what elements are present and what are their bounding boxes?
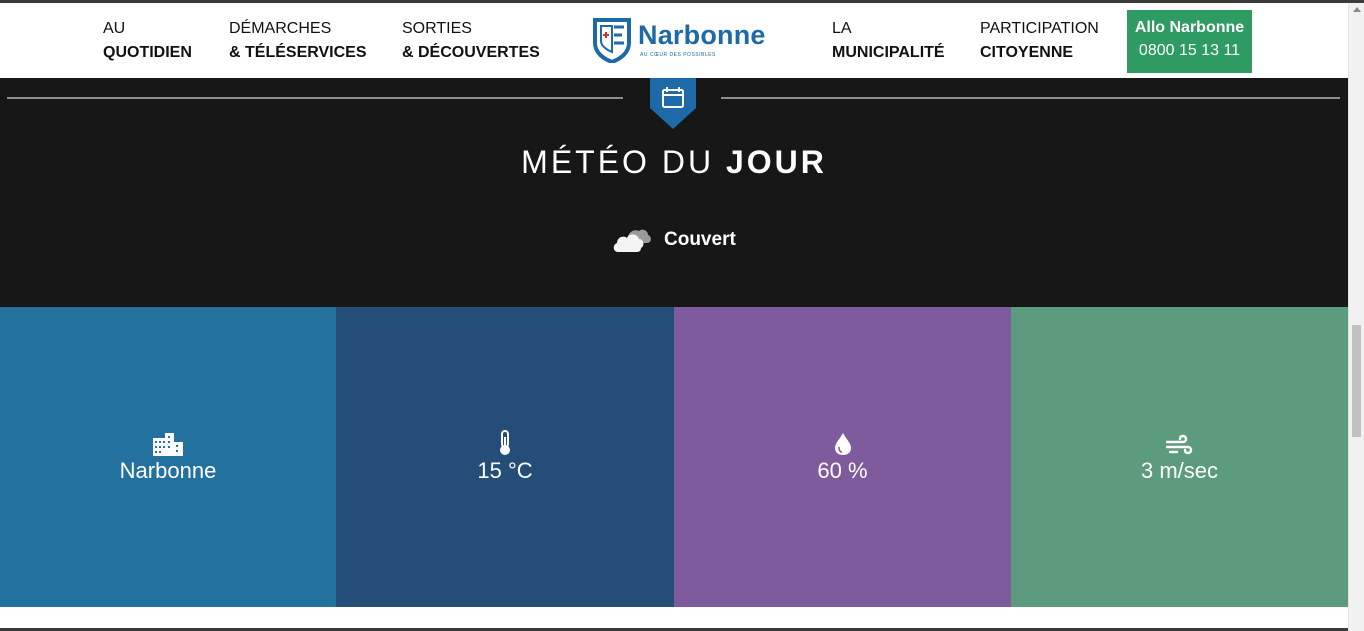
weather-tile-temperature: 15 °C	[336, 307, 674, 607]
weather-city-value: Narbonne	[119, 458, 217, 483]
narbonne-logo[interactable]: Narbonne AU CŒUR DES POSSIBLES	[592, 16, 767, 64]
weather-title: MÉTÉO DU JOUR	[0, 144, 1348, 181]
calendar-badge-icon	[650, 78, 696, 129]
scrollbar-thumb[interactable]	[1352, 325, 1361, 437]
nav-demarches[interactable]: DÉMARCHES & TÉLÉSERVICES	[229, 17, 367, 65]
scroll-up-arrow-icon[interactable]	[1353, 7, 1361, 12]
vertical-scrollbar[interactable]	[1348, 3, 1364, 631]
weather-title-light: MÉTÉO DU	[521, 144, 715, 180]
nav-au-quotidien[interactable]: AU QUOTIDIEN	[103, 17, 192, 65]
nav-participation[interactable]: PARTICIPATION CITOYENNE	[980, 17, 1099, 65]
nav-label-line1: LA	[832, 20, 852, 37]
weather-tile-wind: 3 m/sec	[1011, 307, 1348, 607]
weather-humidity-value: 60 %	[817, 458, 868, 483]
weather-temperature-value: 15 °C	[477, 458, 533, 483]
allo-narbonne-button[interactable]: Allo Narbonne 0800 15 13 11	[1127, 10, 1252, 73]
logo-wordmark: Narbonne	[638, 20, 766, 50]
weather-header-section: MÉTÉO DU JOUR Couvert	[0, 78, 1348, 307]
cloud-icon	[613, 229, 651, 252]
weather-tile-humidity: 60 %	[674, 307, 1011, 607]
weather-condition: Couvert	[612, 226, 736, 254]
nav-label-line2: & TÉLÉSERVICES	[229, 44, 367, 61]
shield-logo-icon	[593, 18, 631, 63]
nav-sorties[interactable]: SORTIES & DÉCOUVERTES	[402, 17, 540, 65]
nav-label-line1: AU	[103, 20, 126, 37]
divider-right	[721, 97, 1340, 99]
weather-condition-label: Couvert	[664, 229, 736, 250]
weather-title-bold: JOUR	[725, 144, 827, 180]
site-header: AU QUOTIDIEN DÉMARCHES & TÉLÉSERVICES SO…	[0, 3, 1348, 78]
city-icon	[152, 430, 184, 456]
weather-wind-value: 3 m/sec	[1140, 458, 1219, 483]
nav-municipalite[interactable]: LA MUNICIPALITÉ	[832, 17, 945, 65]
weather-tile-city: Narbonne	[0, 307, 336, 607]
droplet-icon	[834, 430, 852, 456]
nav-label-line1: DÉMARCHES	[229, 20, 332, 37]
divider-left	[7, 97, 623, 99]
thermometer-icon	[498, 430, 512, 456]
allo-phone: 0800 15 13 11	[1138, 42, 1241, 59]
nav-label-line2: & DÉCOUVERTES	[402, 44, 540, 61]
wind-icon	[1165, 430, 1194, 456]
nav-label-line2: QUOTIDIEN	[103, 44, 192, 61]
logo-tagline: AU CŒUR DES POSSIBLES	[640, 52, 716, 58]
nav-label-line2: MUNICIPALITÉ	[832, 44, 945, 61]
nav-label-line2: CITOYENNE	[980, 44, 1074, 61]
nav-label-line1: PARTICIPATION	[980, 20, 1099, 37]
nav-label-line1: SORTIES	[402, 20, 472, 37]
allo-title: Allo Narbonne	[1134, 19, 1245, 36]
